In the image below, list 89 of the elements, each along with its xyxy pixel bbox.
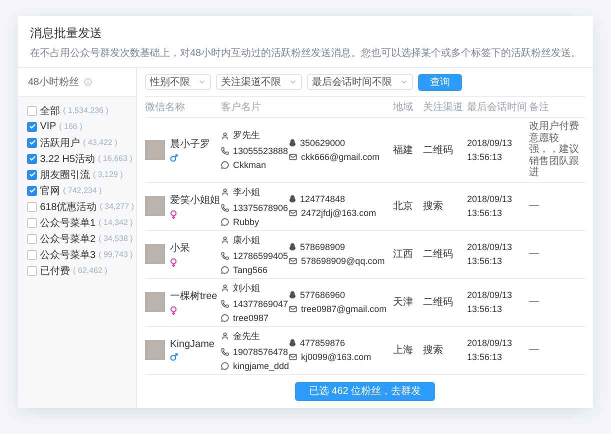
wechat-name: 一棵树tree: [170, 290, 218, 303]
tag-label: 公众号菜单1: [40, 216, 96, 230]
tag-label: 3.22 H5活动: [40, 152, 96, 166]
region-text: 北京: [393, 200, 414, 213]
tag-count: ( 62,462 ): [73, 266, 108, 275]
tag-count: ( 166 ): [59, 122, 82, 131]
tag-count: ( 99,743 ): [98, 250, 133, 259]
column-header: 地域: [393, 100, 414, 114]
tag-label: 618优惠活动: [40, 200, 97, 214]
region-text: 福建: [393, 144, 414, 157]
note-text: —: [529, 296, 540, 308]
contact-name: 金先生: [233, 330, 260, 342]
session-time: 13:56:13: [467, 208, 504, 218]
channel-text: 二维码: [423, 296, 454, 309]
wechat-name: 爱笑小姐姐: [170, 194, 220, 207]
tag-label: 全部: [40, 104, 60, 118]
wechat-id: kingjame_ddd: [232, 360, 289, 370]
session-time: 13:56:13: [467, 304, 504, 314]
qq-number: 477859876: [300, 338, 346, 348]
qq-number: 578698909: [300, 242, 346, 252]
filter-dropdown[interactable]: 最后会话时间不限: [307, 74, 413, 90]
session-time: 13:56:13: [467, 152, 504, 162]
tag-label: 朋友圈引流: [40, 168, 90, 182]
tag-label: 公众号菜单2: [40, 232, 96, 246]
note-text: —: [529, 200, 540, 212]
contact-name: 康小姐: [233, 234, 260, 246]
session-date: 2018/09/13: [467, 242, 514, 252]
tag-label: 官网: [40, 184, 60, 198]
filter-dropdown[interactable]: 关注渠道不限: [216, 74, 302, 90]
region-text: 天津: [393, 296, 414, 309]
wechat-id: Rubby: [233, 216, 260, 226]
phone-number: 13055523888: [233, 146, 288, 156]
channel-text: 搜索: [423, 344, 444, 357]
channel-text: 二维码: [423, 248, 454, 261]
qq-number: 350629000: [300, 138, 346, 148]
column-header: 客户名片: [221, 100, 262, 114]
qq-number: 124774848: [300, 194, 346, 204]
phone-number: 13375678906: [233, 202, 288, 212]
email-address: kj0099@163.com: [301, 352, 372, 362]
contact-name: 李小姐: [233, 186, 260, 198]
session-date: 2018/09/13: [467, 194, 514, 204]
wechat-id: Ckkman: [233, 160, 266, 170]
page-title: 消息批量发送: [30, 25, 103, 42]
email-address: tree0987@gmail.com: [301, 304, 387, 314]
wechat-id: Tang566: [233, 264, 268, 274]
contact-name: 刘小姐: [233, 282, 260, 294]
channel-text: 二维码: [423, 144, 454, 157]
note-text: —: [529, 344, 540, 356]
tag-label: 已付费: [40, 264, 70, 278]
email-address: 578698909@qq.com: [301, 256, 385, 266]
phone-number: 19078576478: [233, 346, 288, 356]
region-text: 上海: [393, 344, 414, 357]
wechat-name: 小呆: [170, 242, 190, 255]
column-header: 最后会话时间: [467, 100, 528, 114]
tag-count: ( 742,234 ): [63, 186, 102, 195]
wechat-id: tree0987: [233, 312, 269, 322]
email-address: ckk666@gmail.com: [301, 152, 380, 162]
tag-label: VIP: [40, 121, 56, 132]
column-header: 备注: [529, 100, 550, 114]
note-text: 改用户付费意愿较强，，建议销售团队跟进: [529, 121, 580, 178]
wechat-name: 晨小子罗: [170, 138, 210, 152]
tag-count: ( 16,663 ): [98, 154, 132, 163]
tag-count: ( 43,422 ): [83, 138, 118, 147]
wechat-name: KingJame: [170, 339, 214, 350]
filter-dropdown[interactable]: 性别不限: [145, 74, 211, 90]
page-description: 在不占用公众号群发次数基础上，对48小时内互动过的活跃粉丝发送消息。您也可以选择某个或多个标签下的活跃粉丝发送。: [30, 46, 581, 60]
region-text: 江西: [393, 248, 414, 261]
session-date: 2018/09/13: [467, 338, 514, 348]
tag-count: ( 34,277 ): [100, 202, 134, 211]
phone-number: 14377869047: [233, 298, 288, 308]
session-time: 13:56:13: [467, 352, 504, 362]
contact-name: 罗先生: [233, 129, 260, 142]
session-date: 2018/09/13: [467, 138, 514, 148]
tag-count: ( 34,538 ): [98, 234, 133, 243]
sidebar-title: 48小时粉丝: [28, 76, 80, 89]
session-time: 13:56:13: [467, 256, 504, 266]
column-header: 关注渠道: [423, 100, 464, 114]
qq-number: 577686960: [300, 290, 346, 300]
column-header: 微信名称: [145, 101, 186, 114]
channel-text: 搜索: [423, 200, 444, 213]
tag-count: ( 3,129 ): [93, 170, 123, 179]
tag-count: ( 14,342 ): [98, 218, 133, 227]
email-address: 2472jfdj@163.com: [301, 208, 376, 218]
tag-count: ( 1,534,236 ): [63, 106, 108, 115]
tag-label: 活跃用户: [40, 136, 80, 150]
session-date: 2018/09/13: [467, 290, 514, 300]
note-text: —: [529, 248, 540, 260]
tag-label: 公众号菜单3: [40, 248, 96, 262]
phone-number: 12786599405: [233, 250, 288, 260]
